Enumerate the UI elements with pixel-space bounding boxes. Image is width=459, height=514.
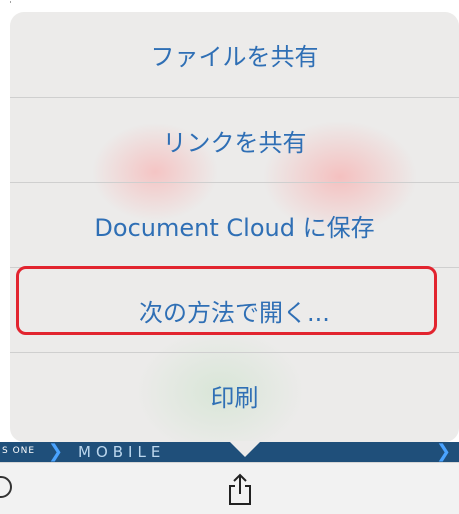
banner-left-text: S ONE bbox=[2, 446, 36, 456]
corner-mark: ˙ bbox=[8, 1, 13, 12]
share-link-label: リンクを共有 bbox=[162, 128, 307, 157]
banner-right-arrow-icon: ❯ bbox=[436, 442, 452, 462]
banner-arrow-icon: ❯ bbox=[48, 442, 64, 462]
share-file-label: ファイルを共有 bbox=[150, 43, 319, 71]
save-to-document-cloud-item[interactable]: Document Cloud に保存 bbox=[10, 182, 459, 267]
share-sheet-pointer bbox=[229, 441, 261, 457]
print-label: 印刷 bbox=[210, 383, 259, 412]
bottom-toolbar bbox=[0, 462, 459, 514]
save-to-document-cloud-label: Document Cloud に保存 bbox=[94, 213, 375, 242]
circle-icon[interactable] bbox=[0, 476, 12, 498]
share-icon[interactable] bbox=[226, 472, 254, 506]
share-file-item[interactable]: ファイルを共有 bbox=[10, 12, 459, 97]
banner-center-text: MOBILE bbox=[78, 443, 166, 461]
print-item[interactable]: 印刷 bbox=[10, 352, 459, 437]
share-link-item[interactable]: リンクを共有 bbox=[10, 97, 459, 182]
share-sheet: ファイルを共有 リンクを共有 Document Cloud に保存 次の方法で開… bbox=[10, 12, 459, 442]
open-with-highlight-box bbox=[16, 266, 437, 335]
